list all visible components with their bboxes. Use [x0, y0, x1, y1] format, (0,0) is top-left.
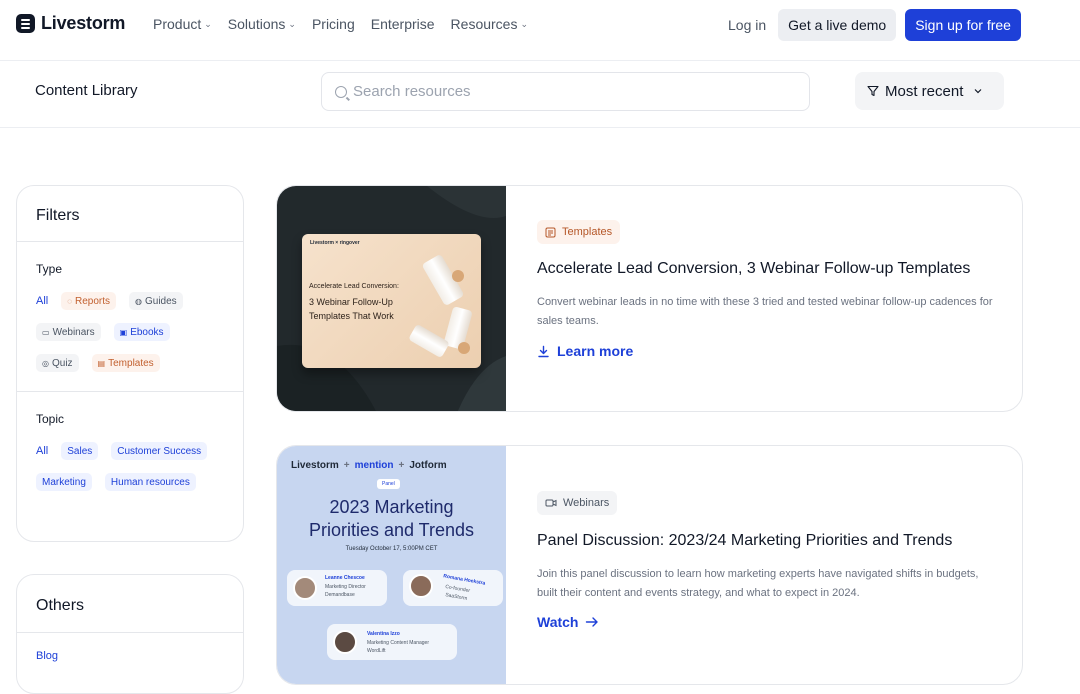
page-title: Content Library — [35, 82, 138, 99]
sort-label: Most recent — [885, 82, 964, 100]
resource-content: Templates Accelerate Lead Conversion, 3 … — [537, 220, 998, 363]
resource-title[interactable]: Accelerate Lead Conversion, 3 Webinar Fo… — [537, 258, 998, 280]
decorative-cap — [452, 270, 464, 282]
live-demo-button[interactable]: Get a live demo — [778, 9, 897, 41]
blog-link[interactable]: Blog — [17, 633, 243, 662]
nav-pricing[interactable]: Pricing — [312, 16, 355, 32]
resource-content: Webinars Panel Discussion: 2023/24 Marke… — [537, 491, 998, 632]
topic-chip-customer-success[interactable]: Customer Success — [111, 442, 208, 460]
thumbnail-date: Tuesday October 17, 5:00PM CET — [345, 546, 438, 552]
brand-livestorm: Livestorm — [291, 460, 339, 471]
resource-type-tag: Templates — [537, 220, 621, 244]
thumbnail-headline: 2023 Marketing Priorities and Trends — [308, 497, 475, 540]
filter-icon — [867, 85, 879, 97]
video-icon: ▭ — [42, 327, 50, 337]
type-chip-all[interactable]: All — [36, 292, 48, 310]
resource-description: Join this panel discussion to learn how … — [537, 568, 979, 599]
avatar — [333, 630, 357, 654]
type-chip-webinars[interactable]: ▭ Webinars — [36, 323, 101, 341]
others-panel: Others Blog — [16, 574, 244, 694]
filters-heading: Filters — [17, 186, 243, 242]
arrow-right-icon — [586, 617, 599, 627]
type-chip-ebooks[interactable]: ▣ Ebooks — [113, 323, 170, 341]
topic-label: Topic — [36, 412, 65, 426]
download-icon — [538, 345, 549, 357]
nav-solutions[interactable]: Solutions ⌄ — [228, 16, 296, 32]
resource-thumbnail[interactable]: Livestorm + mention + Jotform Panel 2023… — [277, 446, 506, 684]
login-link[interactable]: Log in — [728, 17, 766, 33]
resource-description: Convert webinar leads in no time with th… — [537, 296, 993, 327]
signup-button[interactable]: Sign up for free — [905, 9, 1021, 41]
book-icon: ▣ — [119, 327, 128, 337]
video-icon — [545, 499, 557, 507]
search-icon — [335, 85, 347, 98]
nav-enterprise[interactable]: Enterprise — [371, 16, 435, 32]
nav-actions: Log in Get a live demo Sign up for free — [728, 9, 1021, 41]
type-label: Type — [36, 262, 63, 276]
speaker-card: Valentina Izzo Marketing Content Manager… — [327, 624, 457, 660]
type-chip-reports[interactable]: ◌ Reports — [61, 292, 117, 310]
livestorm-logo[interactable]: Livestorm — [16, 13, 125, 34]
chevron-down-icon — [974, 89, 982, 94]
content-library-bar: Content Library Most recent — [0, 60, 1080, 128]
topic-filter-group: Topic All Sales Customer Success Marketi… — [17, 392, 243, 491]
nav-resources[interactable]: Resources ⌄ — [451, 16, 528, 32]
brand-mention: mention — [354, 460, 394, 471]
speaker-card: Leanne Chescoe Marketing Director Demand… — [287, 570, 387, 606]
template-icon: ▤ — [97, 358, 106, 368]
resource-type-tag: Webinars — [537, 491, 618, 515]
others-heading: Others — [17, 575, 243, 633]
learn-more-link[interactable]: Learn more — [537, 343, 633, 359]
type-chip-templates[interactable]: ▤ Templates — [91, 354, 160, 372]
resource-thumbnail[interactable]: Livestorm × ringover Accelerate Lead Con… — [277, 186, 506, 411]
chevron-down-icon: ⌄ — [288, 18, 296, 29]
decorative-cap — [458, 342, 470, 354]
sort-dropdown[interactable]: Most recent — [855, 72, 1004, 110]
resource-card[interactable]: Livestorm × ringover Accelerate Lead Con… — [276, 185, 1023, 412]
top-navigation: Livestorm Product ⌄ Solutions ⌄ Pricing En… — [0, 0, 1080, 50]
topic-chip-marketing[interactable]: Marketing — [36, 473, 92, 491]
filters-panel: Filters Type All ◌ Reports ◍ Guides ▭ Webin… — [16, 185, 244, 542]
decorative-cylinder — [408, 323, 450, 359]
avatar — [293, 576, 317, 600]
panel-badge: Panel — [377, 479, 400, 489]
search-input[interactable] — [353, 83, 793, 100]
template-preview-card: Livestorm × ringover Accelerate Lead Con… — [302, 234, 481, 368]
logo-text: Livestorm — [41, 13, 126, 33]
avatar — [409, 574, 433, 598]
brand-jotform: Jotform — [409, 460, 447, 471]
type-chips: All ◌ Reports ◍ Guides ▭ Webinars ▣ Ebooks ◎… — [36, 292, 224, 372]
template-icon — [545, 227, 556, 237]
guide-icon: ◍ — [135, 296, 142, 306]
type-filter-group: Type All ◌ Reports ◍ Guides ▭ Webinars ▣ Ebo… — [17, 242, 243, 392]
thumbnail-brands: Livestorm + mention + Jotform — [291, 460, 447, 471]
type-chip-guides[interactable]: ◍ Guides — [129, 292, 183, 310]
search-box[interactable] — [321, 72, 810, 111]
watch-link[interactable]: Watch — [537, 614, 599, 630]
topic-chips: All Sales Customer Success Marketing Hum… — [36, 442, 224, 491]
resource-card[interactable]: Livestorm + mention + Jotform Panel 2023… — [276, 445, 1023, 685]
quiz-icon: ◎ — [42, 358, 49, 368]
chevron-down-icon: ⌄ — [520, 18, 529, 29]
chevron-down-icon: ⌄ — [204, 18, 212, 29]
report-icon: ◌ — [67, 296, 72, 306]
thumbnail-brand: Livestorm × ringover — [310, 240, 360, 246]
thumbnail-headline: Accelerate Lead Conversion: 3 Webinar Fo… — [309, 283, 399, 321]
resource-title[interactable]: Panel Discussion: 2023/24 Marketing Prio… — [537, 530, 998, 552]
type-chip-quiz[interactable]: ◎ Quiz — [36, 354, 79, 372]
nav-links: Product ⌄ Solutions ⌄ Pricing Enterprise R… — [153, 16, 528, 32]
topic-chip-all[interactable]: All — [36, 442, 48, 460]
topic-chip-human-resources[interactable]: Human resources — [104, 473, 196, 491]
topic-chip-sales[interactable]: Sales — [61, 442, 99, 460]
logo-icon — [16, 14, 35, 33]
speaker-card: Romana Hoekstra Co-founder SaaStorm — [403, 570, 503, 606]
nav-product[interactable]: Product ⌄ — [153, 16, 212, 32]
